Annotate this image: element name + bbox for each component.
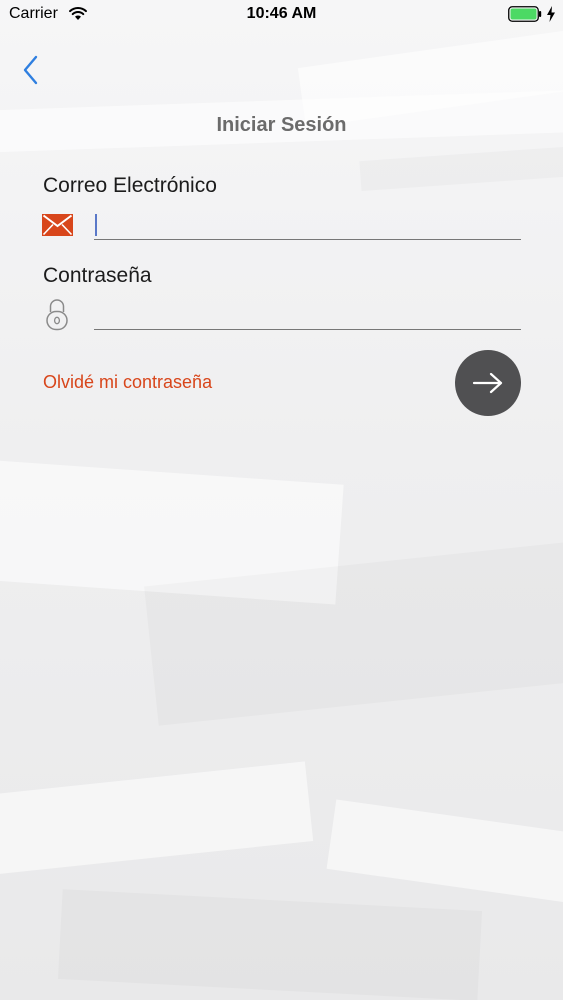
submit-button[interactable] (455, 350, 521, 416)
status-bar: Carrier 10:46 AM (0, 0, 563, 30)
background-pattern (0, 0, 563, 1000)
padlock-icon (46, 299, 68, 331)
password-field[interactable] (94, 302, 521, 330)
battery-icon (508, 6, 542, 22)
forgot-password-link[interactable]: Olvidé mi contraseña (43, 372, 212, 393)
text-cursor (95, 214, 97, 236)
clock: 10:46 AM (246, 5, 317, 22)
arrow-right-icon (472, 372, 503, 394)
page-title: Iniciar Sesión (216, 114, 347, 136)
email-label: Correo Electrónico (43, 174, 217, 197)
password-label: Contraseña (43, 264, 152, 287)
back-button[interactable] (20, 54, 44, 86)
email-field[interactable] (94, 212, 521, 240)
chevron-left-icon (23, 55, 38, 85)
charging-bolt-icon (547, 6, 555, 22)
envelope-icon (42, 214, 73, 236)
